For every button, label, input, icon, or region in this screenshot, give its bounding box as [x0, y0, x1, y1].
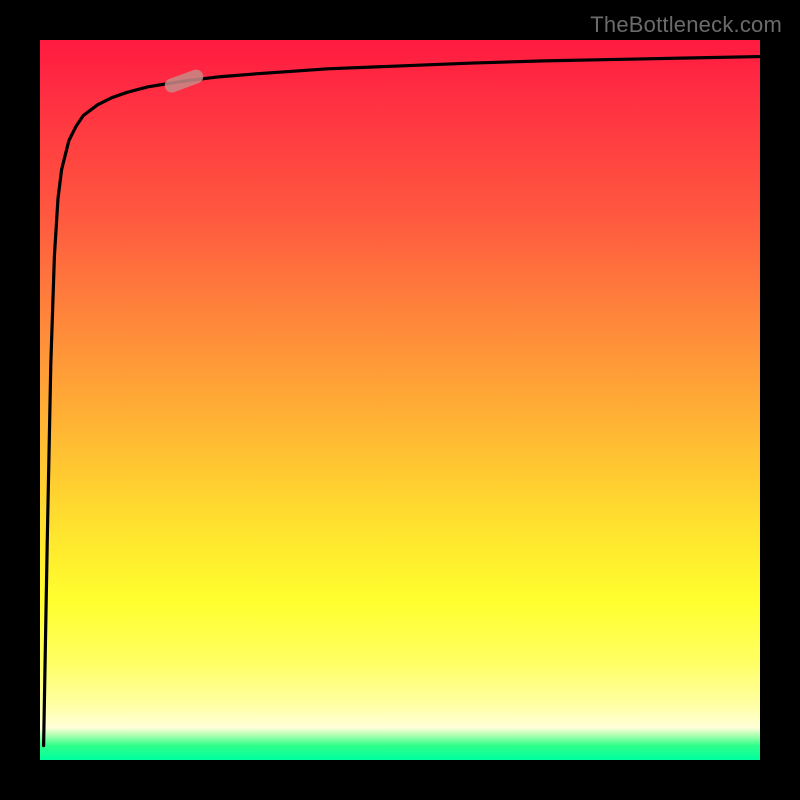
curve-marker [163, 68, 205, 95]
curve-layer [40, 40, 760, 760]
bottleneck-curve [44, 57, 760, 746]
watermark-text: TheBottleneck.com [590, 12, 782, 38]
chart-frame: TheBottleneck.com [0, 0, 800, 800]
